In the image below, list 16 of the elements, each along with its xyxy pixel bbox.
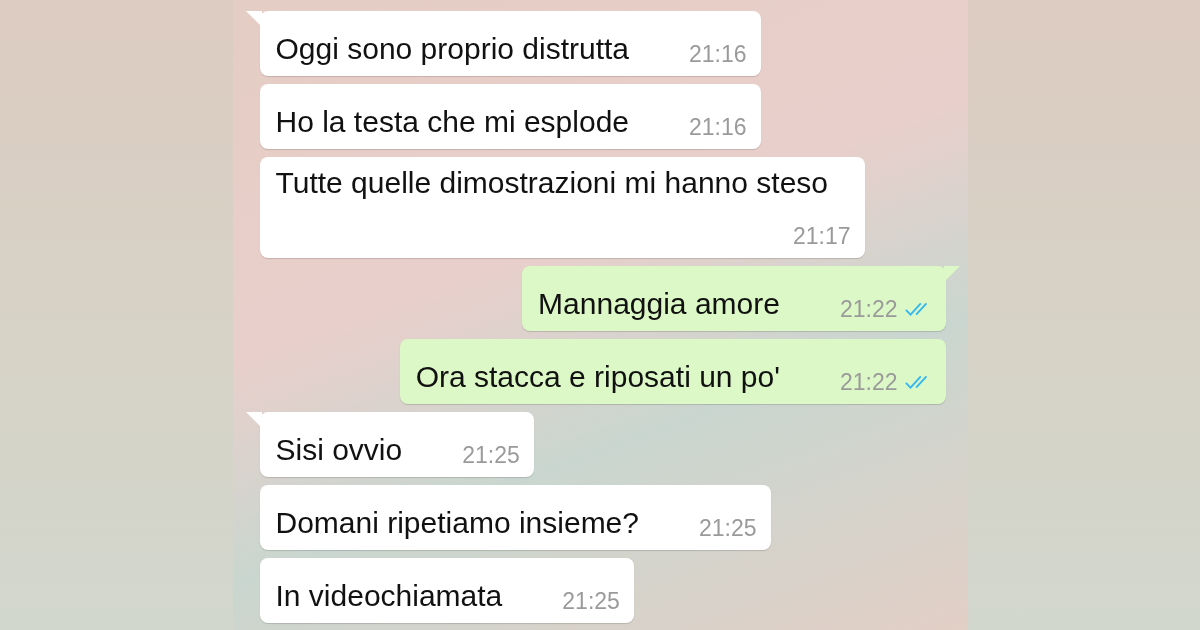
- message-text: Sisi ovvio: [275, 432, 403, 468]
- message-time: 21:25: [462, 442, 520, 468]
- message-text: Domani ripetiamo insieme?: [275, 505, 639, 541]
- message-time: 21:22: [839, 296, 898, 322]
- message-text: Ho la testa che mi esplode: [275, 104, 630, 140]
- message-time: 21:17: [792, 223, 851, 249]
- message-text: Ora stacca e riposati un po': [415, 359, 780, 395]
- message-text: Mannaggia amore: [538, 286, 780, 322]
- message-time: 21:16: [689, 41, 747, 67]
- message-text: Oggi sono proprio distrutta: [275, 31, 630, 67]
- message-time: 21:22: [839, 369, 898, 395]
- message-time: 21:16: [689, 114, 747, 140]
- message-time: 21:25: [562, 588, 620, 614]
- message-text: In videochiamata: [275, 578, 503, 614]
- message-time: 21:25: [699, 515, 757, 541]
- message-text: Tutte quelle dimostrazioni mi hanno steso: [275, 165, 828, 201]
